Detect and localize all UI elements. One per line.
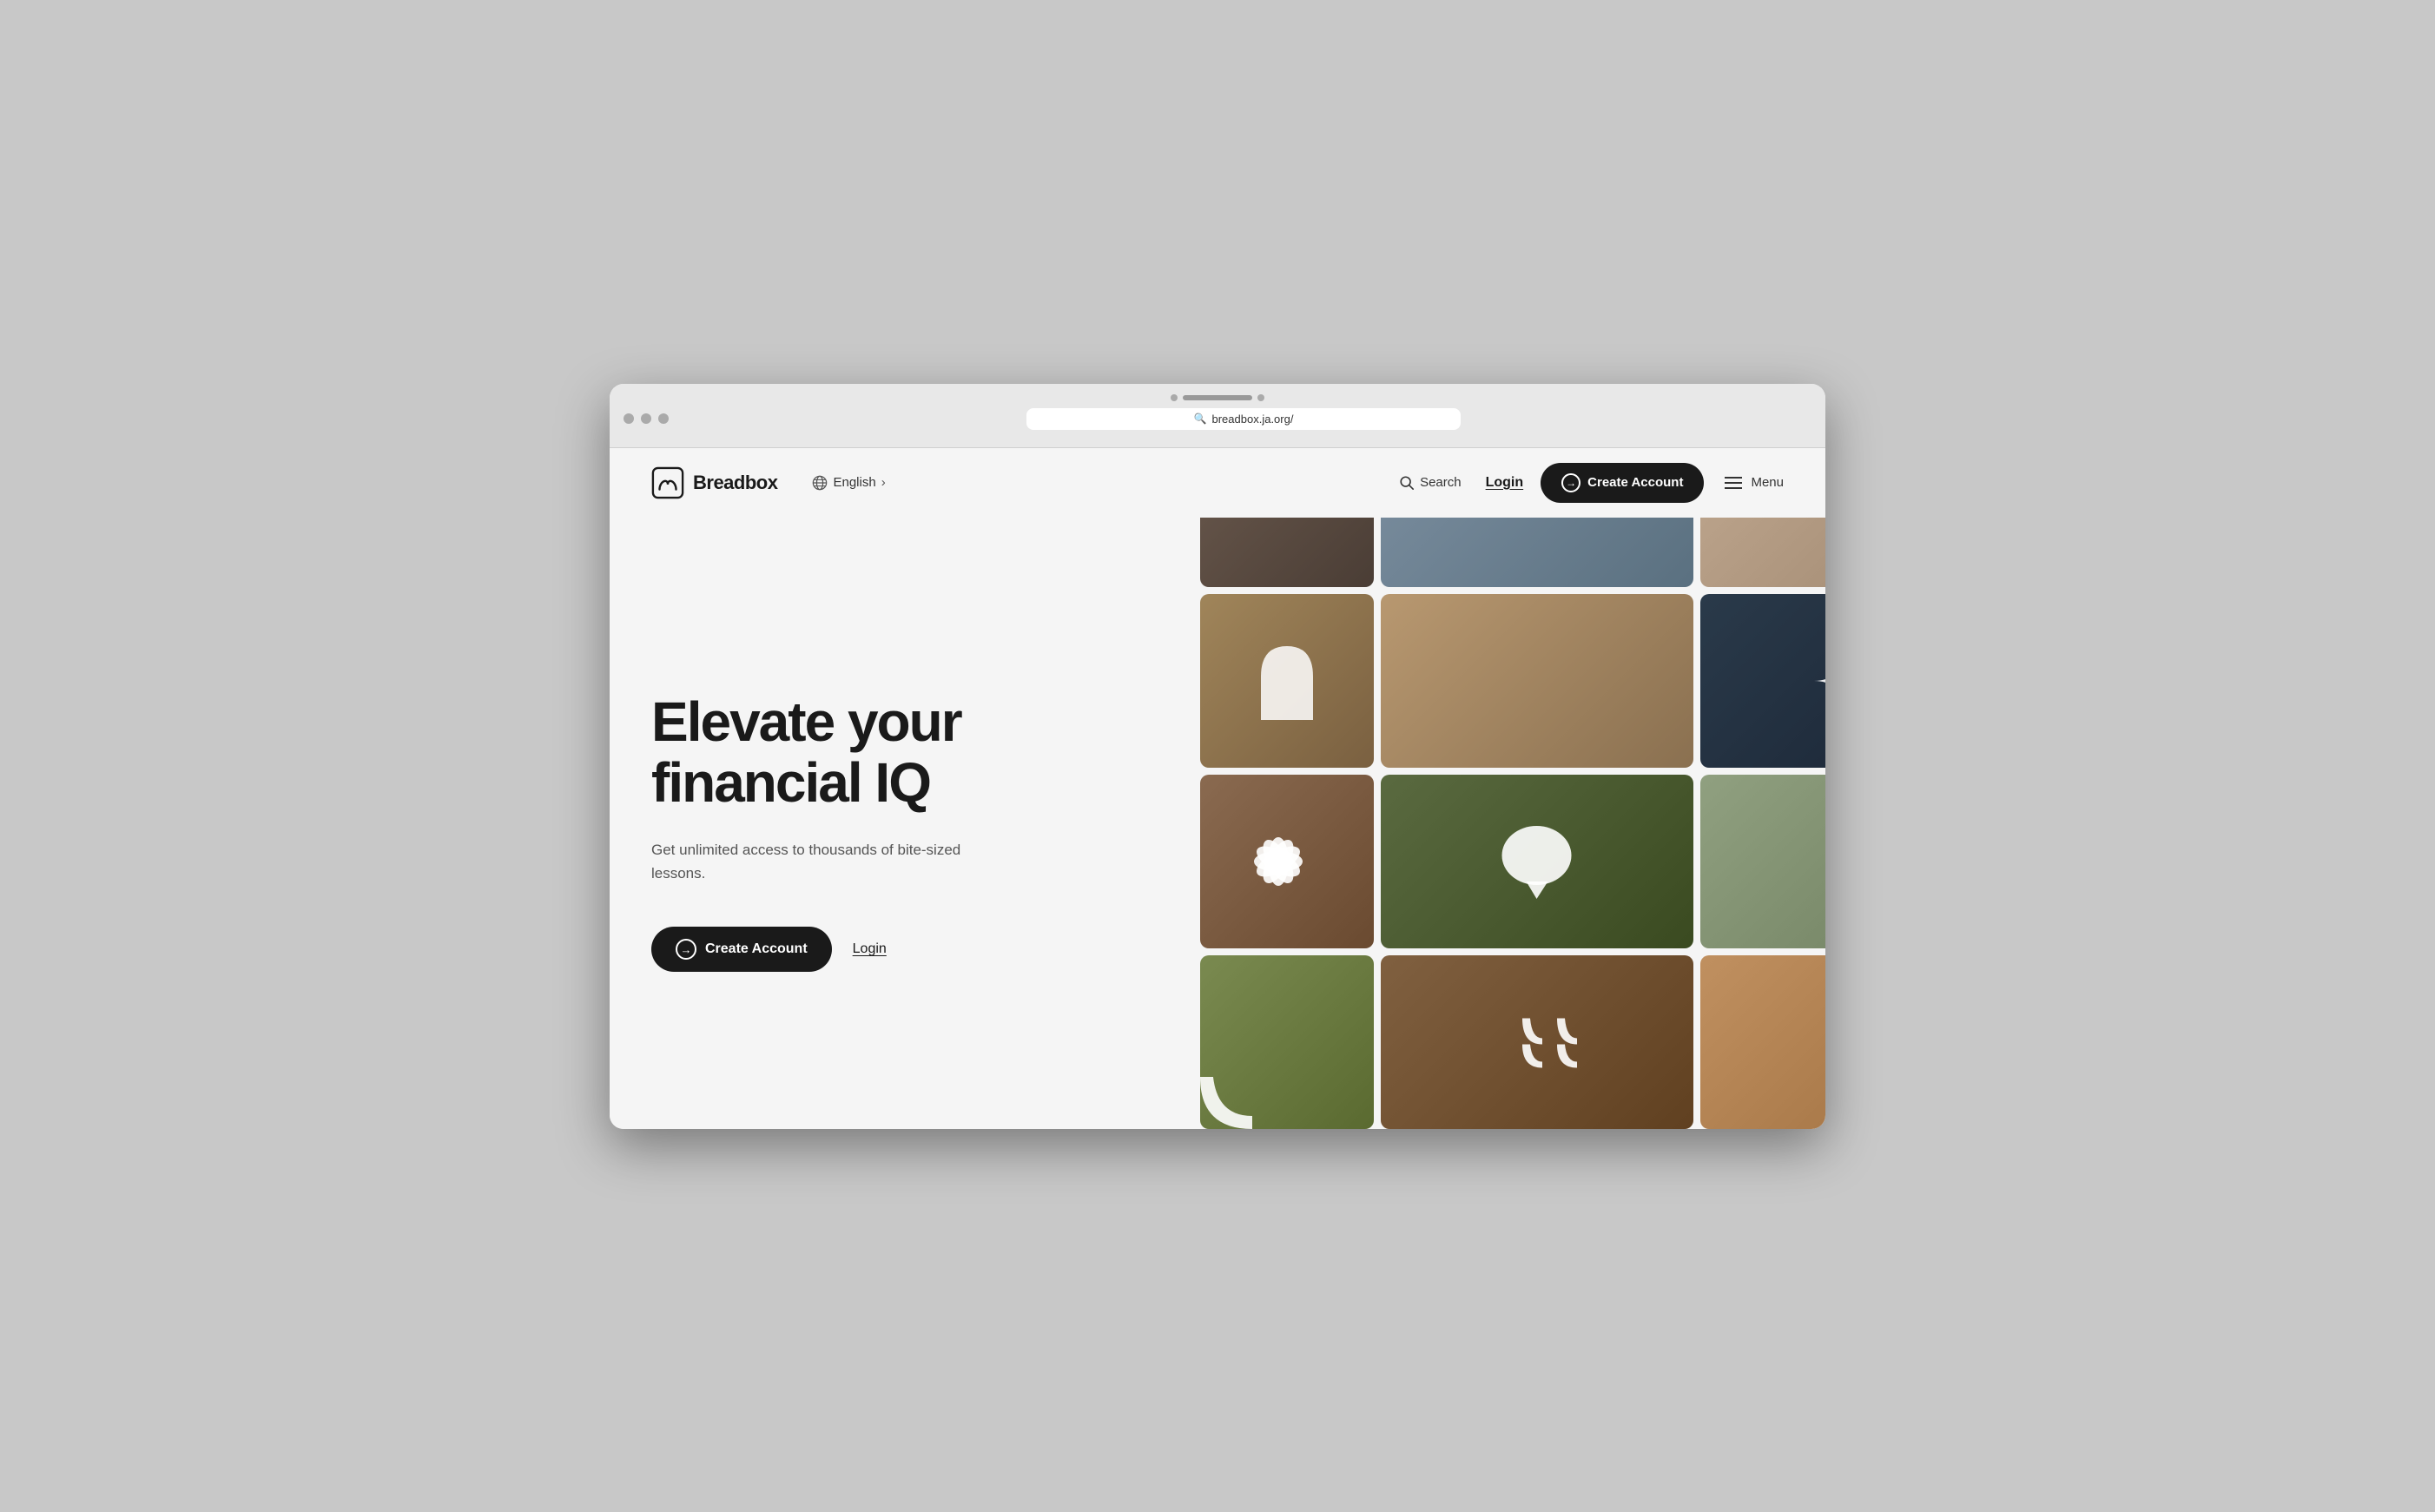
traffic-light-maximize[interactable]	[658, 413, 669, 424]
nav-login-button[interactable]: Login	[1486, 475, 1524, 491]
quotemark-shape-icon	[1518, 1014, 1587, 1070]
page-content: Breadbox English › Search	[610, 448, 1825, 1129]
photo-cell-1	[1200, 518, 1374, 587]
breadbox-logo-icon	[651, 466, 684, 499]
photo-cell-4	[1200, 594, 1374, 768]
photo-cell-7	[1200, 775, 1374, 948]
photo-cell-5	[1381, 594, 1693, 768]
photo-cell-6	[1700, 594, 1825, 768]
menu-label: Menu	[1751, 475, 1784, 490]
tab-active-indicator	[1183, 395, 1252, 400]
globe-icon	[812, 475, 828, 491]
browser-controls: 🔍 breadbox.ja.org/	[624, 408, 1811, 430]
traffic-light-minimize[interactable]	[641, 413, 651, 424]
language-arrow: ›	[881, 475, 886, 490]
logo-area[interactable]: Breadbox	[651, 466, 777, 499]
url-text: breadbox.ja.org/	[1212, 413, 1294, 426]
hero-section: Elevate your financial IQ Get unlimited …	[610, 518, 1193, 1129]
tab-bar	[624, 394, 1811, 401]
address-search-icon: 🔍	[1194, 413, 1207, 425]
quote-partial-shape-icon	[1200, 1068, 1270, 1129]
search-label: Search	[1420, 475, 1462, 490]
photo-grid	[1193, 518, 1825, 1129]
logo-text: Breadbox	[693, 472, 777, 494]
flower-shape-icon	[1239, 822, 1317, 901]
hero-title: Elevate your financial IQ	[651, 691, 1152, 814]
browser-chrome: 🔍 breadbox.ja.org/	[610, 384, 1825, 448]
star4-shape-icon	[1814, 646, 1826, 716]
search-nav-item[interactable]: Search	[1399, 475, 1462, 491]
nav-create-account-button[interactable]: → Create Account	[1541, 463, 1704, 503]
photo-cell-12	[1700, 955, 1825, 1129]
photo-cell-10	[1200, 955, 1374, 1129]
arch-shape-icon	[1257, 642, 1317, 720]
traffic-light-close[interactable]	[624, 413, 634, 424]
photo-cell-8	[1381, 775, 1693, 948]
hero-create-account-label: Create Account	[705, 941, 808, 957]
hero-buttons: → Create Account Login	[651, 927, 1152, 972]
address-bar[interactable]: 🔍 breadbox.ja.org/	[1026, 408, 1461, 430]
create-account-arrow-icon: →	[1561, 473, 1580, 492]
main-layout: Elevate your financial IQ Get unlimited …	[610, 518, 1825, 1129]
photo-cell-2	[1381, 518, 1693, 587]
hero-subtitle: Get unlimited access to thousands of bit…	[651, 838, 999, 885]
hamburger-icon	[1725, 476, 1742, 490]
photo-cell-9	[1700, 775, 1825, 948]
language-selector[interactable]: English ›	[812, 475, 885, 491]
tab-dot-2	[1257, 394, 1264, 401]
photo-cell-3	[1700, 518, 1825, 587]
language-label: English	[833, 475, 875, 490]
photo-cell-11	[1381, 955, 1693, 1129]
menu-button[interactable]: Menu	[1725, 475, 1784, 490]
nav-create-account-label: Create Account	[1587, 475, 1683, 490]
navbar: Breadbox English › Search	[610, 448, 1825, 518]
tab-dot-1	[1171, 394, 1178, 401]
search-icon	[1399, 475, 1415, 491]
hero-create-account-arrow-icon: →	[676, 939, 696, 960]
hero-create-account-button[interactable]: → Create Account	[651, 927, 832, 972]
browser-window: 🔍 breadbox.ja.org/ Breadbox	[610, 384, 1825, 1129]
blob-shape-icon	[1501, 822, 1574, 901]
hero-login-button[interactable]: Login	[853, 941, 887, 957]
